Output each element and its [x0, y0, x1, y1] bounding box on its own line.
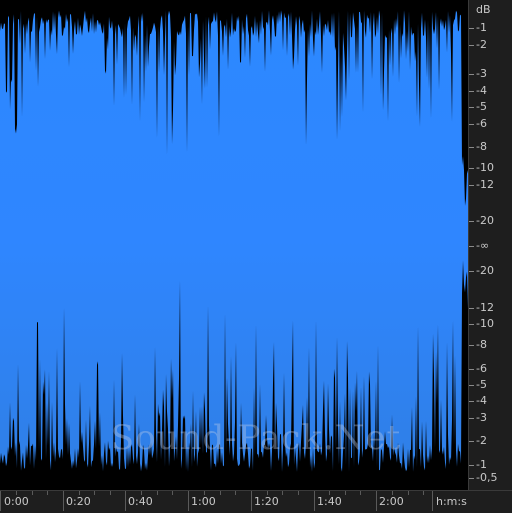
db-tick [469, 441, 474, 442]
time-label: 0:20 [66, 495, 91, 508]
db-tick [469, 124, 474, 125]
time-label: 1:00 [191, 495, 216, 508]
db-label: -5 [476, 100, 487, 113]
waveform-shape [0, 10, 468, 472]
waveform[interactable] [0, 0, 468, 490]
db-unit-label: dB [476, 3, 491, 16]
time-unit-label: h:m:s [436, 495, 467, 508]
time-minor-tick [408, 491, 409, 495]
db-label: -6 [476, 362, 487, 375]
time-minor-tick [47, 491, 48, 495]
time-minor-tick [204, 491, 205, 495]
db-tick [469, 185, 474, 186]
db-tick [469, 324, 474, 325]
db-label: -5 [476, 378, 487, 391]
db-tick [469, 74, 474, 75]
audio-editor: Sound-Pack.Net dB -1 -2 -3 -4 -5 -6 -8 -… [0, 0, 512, 513]
time-tick [251, 491, 252, 511]
db-tick [469, 465, 474, 466]
time-minor-tick [94, 491, 95, 495]
time-minor-tick [423, 491, 424, 495]
time-minor-tick [298, 491, 299, 495]
time-minor-tick [110, 491, 111, 495]
db-ruler: dB -1 -2 -3 -4 -5 -6 -8 -10 -12 -20 -∞ -… [468, 0, 512, 490]
time-label: 1:40 [317, 495, 342, 508]
time-minor-tick [79, 491, 80, 495]
db-tick [469, 147, 474, 148]
db-label: -10 [476, 317, 494, 330]
db-tick [469, 107, 474, 108]
db-tick [469, 418, 474, 419]
db-label: -12 [476, 301, 494, 314]
db-label: -20 [476, 264, 494, 277]
db-label-center: -∞ [476, 239, 490, 252]
db-tick [469, 91, 474, 92]
time-tick [63, 491, 64, 511]
db-label: -6 [476, 117, 487, 130]
db-label: -0,5 [476, 471, 498, 484]
db-label: -3 [476, 411, 487, 424]
db-tick [469, 28, 474, 29]
db-label: -3 [476, 67, 487, 80]
time-minor-tick [360, 491, 361, 495]
db-label: -20 [476, 214, 494, 227]
time-tick [376, 491, 377, 511]
time-label: 1:20 [254, 495, 279, 508]
time-label: 0:40 [128, 495, 153, 508]
time-tick [0, 491, 1, 511]
db-label: -1 [476, 458, 487, 471]
time-ruler[interactable]: 0:00 0:20 0:40 1:00 1:20 1:40 2:00 h:m:s [0, 490, 512, 513]
db-tick [469, 401, 474, 402]
db-label: -2 [476, 434, 487, 447]
db-tick [469, 345, 474, 346]
time-minor-tick [141, 491, 142, 495]
waveform-panel[interactable]: Sound-Pack.Net [0, 0, 468, 490]
time-tick [314, 491, 315, 511]
time-tick [432, 491, 433, 511]
time-minor-tick [32, 491, 33, 495]
db-label: -4 [476, 394, 487, 407]
time-label: 2:00 [379, 495, 404, 508]
db-tick [469, 308, 474, 309]
time-minor-tick [345, 491, 346, 495]
time-minor-tick [267, 491, 268, 495]
db-label: -8 [476, 338, 487, 351]
db-tick [469, 221, 474, 222]
time-minor-tick [235, 491, 236, 495]
time-tick [125, 491, 126, 511]
db-tick [469, 385, 474, 386]
db-tick [469, 478, 474, 479]
db-label: -10 [476, 161, 494, 174]
time-minor-tick [329, 491, 330, 495]
db-tick [469, 45, 474, 46]
db-label: -2 [476, 38, 487, 51]
time-minor-tick [392, 491, 393, 495]
time-minor-tick [16, 491, 17, 495]
time-minor-tick [172, 491, 173, 495]
time-minor-tick [220, 491, 221, 495]
db-label: -8 [476, 140, 487, 153]
db-tick [469, 369, 474, 370]
time-label: 0:00 [4, 495, 29, 508]
db-tick [469, 246, 474, 247]
time-tick [188, 491, 189, 511]
db-tick [469, 271, 474, 272]
time-minor-tick [282, 491, 283, 495]
db-label: -4 [476, 84, 487, 97]
db-label: -12 [476, 178, 494, 191]
time-minor-tick [157, 491, 158, 495]
db-label: -1 [476, 21, 487, 34]
db-tick [469, 168, 474, 169]
